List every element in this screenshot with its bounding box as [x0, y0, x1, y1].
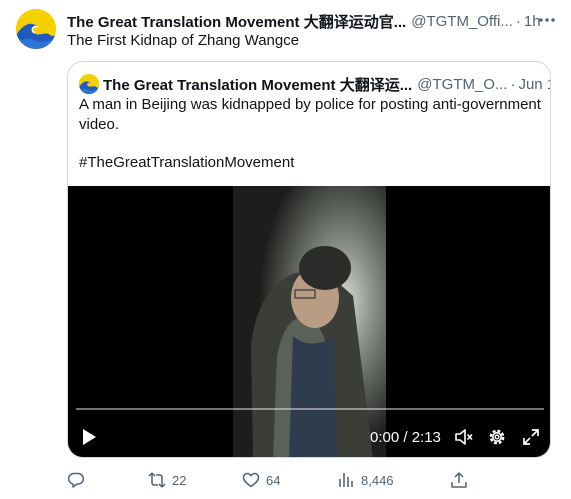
video-timecode: 0:00 / 2:13: [370, 429, 441, 446]
author-handle[interactable]: @TGTM_Offi...: [411, 13, 513, 30]
fullscreen-button[interactable]: [521, 427, 541, 447]
tweet-text: The First Kidnap of Zhang Wangce: [67, 32, 300, 49]
author-avatar[interactable]: [16, 9, 56, 49]
quoted-author-avatar[interactable]: [79, 74, 99, 94]
expand-icon: [523, 429, 539, 445]
tweet-actions: 22 64 8,446: [67, 469, 551, 493]
views-button[interactable]: 8,446: [337, 469, 394, 491]
mute-button[interactable]: [454, 427, 474, 447]
quoted-tweet-header: The Great Translation Movement 大翻译运... @…: [79, 74, 550, 95]
wave-logo-icon: [16, 9, 56, 49]
separator-dot: ·: [510, 75, 516, 93]
author-name[interactable]: The Great Translation Movement 大翻译运动官...: [67, 11, 406, 32]
quoted-author-handle[interactable]: @TGTM_O...: [417, 76, 507, 93]
video-player[interactable]: 0:00 / 2:13: [68, 186, 550, 457]
retweet-icon: [148, 472, 166, 488]
separator-dot: ·: [515, 12, 521, 30]
video-progress-bar[interactable]: [76, 408, 544, 410]
quoted-tweet[interactable]: The Great Translation Movement 大翻译运... @…: [67, 61, 551, 458]
quoted-tweet-text: A man in Beijing was kidnapped by police…: [79, 95, 541, 173]
hashtag-link[interactable]: #TheGreatTranslationMovement: [79, 153, 541, 173]
tweet-header: The Great Translation Movement 大翻译运动官...…: [67, 11, 559, 31]
like-button[interactable]: 64: [242, 469, 280, 491]
quoted-author-name[interactable]: The Great Translation Movement 大翻译运...: [103, 74, 412, 95]
retweet-count: 22: [172, 472, 187, 488]
reply-icon: [67, 472, 85, 488]
video-controls: 0:00 / 2:13: [68, 422, 550, 452]
more-dots-icon: [539, 18, 555, 22]
video-frame: [233, 186, 386, 457]
views-count: 8,446: [361, 472, 394, 488]
like-count: 64: [266, 472, 281, 488]
quoted-tweet-body: A man in Beijing was kidnapped by police…: [79, 96, 541, 133]
gear-icon: [489, 429, 505, 445]
video-settings-button[interactable]: [487, 427, 507, 447]
share-button[interactable]: [450, 469, 468, 491]
play-icon: [83, 429, 96, 445]
video-still-image: [233, 186, 386, 457]
heart-icon: [242, 472, 260, 488]
tweet: The Great Translation Movement 大翻译运动官...…: [0, 0, 571, 499]
analytics-icon: [339, 473, 353, 487]
more-options-button[interactable]: [537, 10, 557, 30]
wave-logo-icon: [79, 74, 99, 94]
quoted-tweet-timestamp[interactable]: Jun 13: [518, 76, 550, 93]
retweet-button[interactable]: 22: [148, 469, 186, 491]
share-icon: [451, 472, 467, 488]
volume-muted-icon: [455, 429, 473, 445]
play-button[interactable]: [80, 428, 98, 446]
reply-button[interactable]: [67, 469, 91, 491]
